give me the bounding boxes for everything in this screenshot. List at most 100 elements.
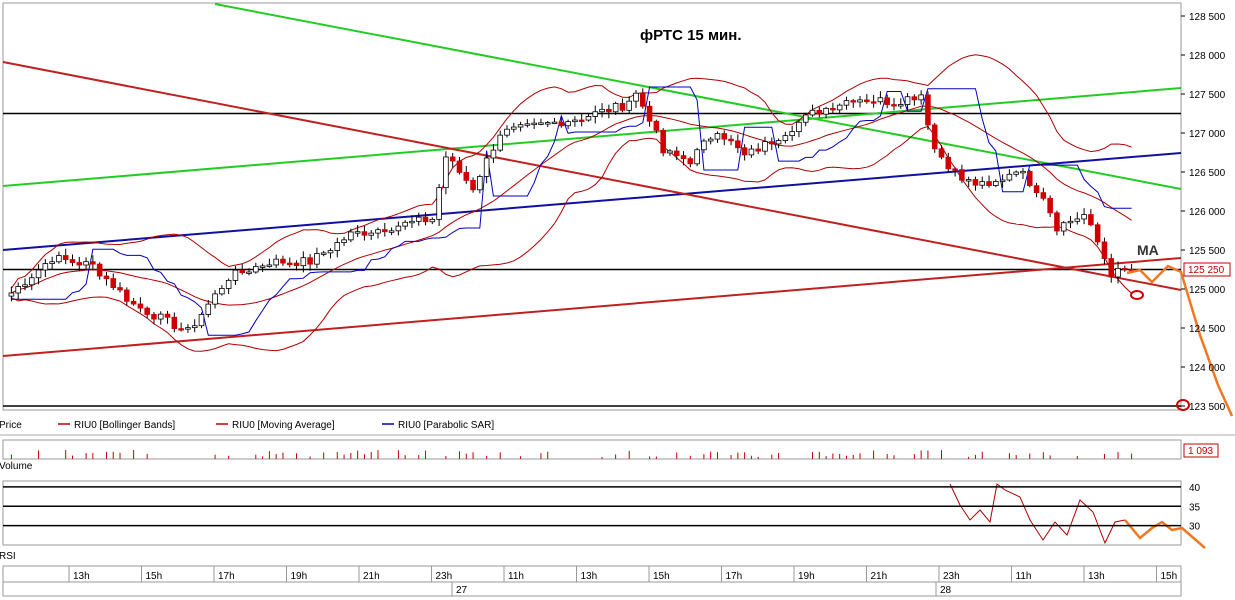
chart-title: фРТС 15 мин. [640,27,742,44]
candle-body [341,239,347,243]
candle-body [402,221,408,227]
candle-body [667,150,673,154]
rsi-panel [2,480,1182,546]
candle-body [857,99,863,103]
candle-body [171,316,178,330]
candle-body [219,288,225,295]
candle-body [8,292,15,297]
price-tick-label: 128 000 [1189,51,1226,62]
candle-body [789,131,795,137]
legend-label: RIU0 [Moving Average] [232,420,335,431]
candle-body [578,119,585,122]
candle-body [979,181,986,186]
price-panel [2,2,1182,411]
candle-body [701,140,707,151]
candle-body [572,119,578,123]
candle-body [748,148,755,156]
candle-body [56,255,62,263]
price-tick-label: 124 500 [1189,324,1226,335]
candle-body [375,229,381,234]
day-label: 27 [456,585,468,596]
candle-body [999,179,1006,182]
legend: Price RIU0 [Bollinger Bands] RIU0 [Moving … [0,420,494,431]
candle-body [354,231,361,234]
day-label: 28 [940,585,952,596]
candle-body [314,253,320,265]
candle-body [938,148,945,158]
candle-body [551,121,558,124]
price-tick-label: 125 500 [1189,246,1226,257]
candle-body [626,100,632,111]
candle-body [35,269,42,279]
candle-body [144,307,150,315]
candle-body [293,262,300,267]
candle-body [511,126,517,130]
candle-body [1013,171,1019,175]
candle-body [918,94,924,101]
candle-body [246,271,252,274]
candle-body [443,156,449,189]
time-tick-label: 17h [218,571,235,582]
candle-body [993,181,999,186]
candle-body [1054,212,1060,232]
candle-body [307,257,313,265]
candle-body [1122,267,1128,271]
candle-body [212,293,218,305]
candle-body [477,176,483,191]
candle-body [28,277,35,286]
candle-body [911,96,918,101]
price-tick-label: 127 000 [1189,129,1226,140]
rsi-caption: RSI [0,551,16,562]
candle-body [565,121,571,127]
candle-body [1040,192,1047,199]
candle-body [15,286,21,294]
time-tick-label: 19h [798,571,815,582]
candle-body [680,155,687,160]
candle-body [986,181,992,186]
candle-body [531,122,537,126]
candle-body [823,107,829,115]
candle-body [538,122,544,125]
candle-body [266,264,273,267]
candle-body [422,216,429,223]
candle-body [157,313,164,320]
candle-body [348,231,354,241]
candle-body [90,261,96,265]
candle-body [1033,185,1040,194]
candle-body [409,220,415,224]
candle-body [463,172,470,181]
candle-body [782,135,789,141]
time-tick-label: 15h [653,571,670,582]
candle-body [49,261,55,264]
candle-body [755,148,761,152]
candle-body [42,263,49,271]
candle-body [1081,214,1087,220]
candle-body [775,140,782,145]
candle-body [762,141,768,152]
chart-canvas: 128 500 128 000 127 500 127 000 126 500 126 0… [0,2,1235,597]
candle-body [653,120,660,131]
candle-body [273,258,279,266]
candle-body [69,259,76,263]
candle-body [673,150,680,156]
candle-body [952,168,958,171]
candle-body [130,300,137,305]
candle-body [1074,218,1081,222]
candle-body [959,169,965,181]
candle-body [198,314,205,327]
candle-body [456,160,463,173]
candle-body [334,242,341,251]
candle-body [253,266,259,273]
candle-body [361,231,368,236]
candle-body [239,269,246,274]
candle-body [382,229,388,233]
price-label: 125 250 [1188,265,1225,276]
candle-body [694,149,700,165]
volume-caption: Volume [0,461,33,472]
candle-body [395,225,402,232]
price-tick-label: 128 500 [1189,12,1226,23]
candle-body [1108,258,1115,278]
price-tick-label: 123 500 [1189,402,1226,413]
legend-label: RIU0 [Parabolic SAR] [398,420,494,431]
candle-body [925,94,931,126]
